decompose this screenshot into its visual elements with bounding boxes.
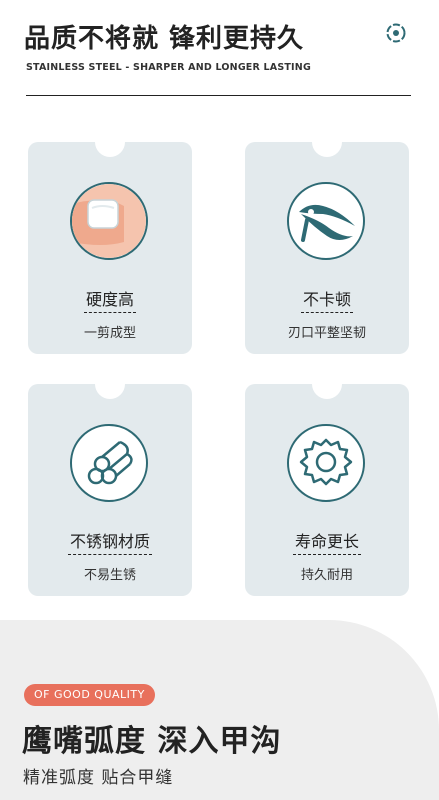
clipper-icon xyxy=(299,204,355,242)
card-notch xyxy=(95,369,125,399)
feature-label: 硬度高 xyxy=(28,286,192,313)
feature-icon-circle xyxy=(70,182,148,260)
feature-icon-circle xyxy=(287,182,365,260)
feature-label: 寿命更长 xyxy=(245,528,409,555)
feature-icon-circle xyxy=(70,424,148,502)
feature-card-stainless: 不锈钢材质 不易生锈 xyxy=(28,369,192,596)
feature-desc: 一剪成型 xyxy=(83,326,136,341)
header-divider xyxy=(26,95,411,96)
gear-icon xyxy=(299,438,353,486)
steel-rods-icon xyxy=(87,440,133,485)
promo-section: OF GOOD QUALITY 鹰嘴弧度 深入甲沟 精准弧度 贴合甲缝 xyxy=(0,620,439,800)
page-subtitle: STAINLESS STEEL - SHARPER AND LONGER LAS… xyxy=(26,62,311,73)
quality-badge: OF GOOD QUALITY xyxy=(24,684,155,706)
feature-label: 不卡顿 xyxy=(245,286,409,313)
feature-card-smooth: 不卡顿 刃口平整坚韧 xyxy=(245,127,409,354)
card-notch xyxy=(312,127,342,157)
promo-headline: 鹰嘴弧度 深入甲沟 xyxy=(22,724,282,759)
feature-desc: 刃口平整坚韧 xyxy=(287,326,366,341)
card-notch xyxy=(312,369,342,399)
feature-desc: 持久耐用 xyxy=(300,568,353,583)
feature-desc: 不易生锈 xyxy=(83,568,136,583)
feature-card-hardness: 硬度高 一剪成型 xyxy=(28,127,192,354)
feature-label: 不锈钢材质 xyxy=(28,528,192,555)
nail-icon xyxy=(72,184,146,258)
promo-subline: 精准弧度 贴合甲缝 xyxy=(23,768,174,788)
page-title: 品质不将就 锋利更持久 xyxy=(24,24,305,54)
feature-card-lifespan: 寿命更长 持久耐用 xyxy=(245,369,409,596)
feature-icon-circle xyxy=(287,424,365,502)
settings-dot-icon[interactable] xyxy=(384,21,408,45)
card-notch xyxy=(95,127,125,157)
